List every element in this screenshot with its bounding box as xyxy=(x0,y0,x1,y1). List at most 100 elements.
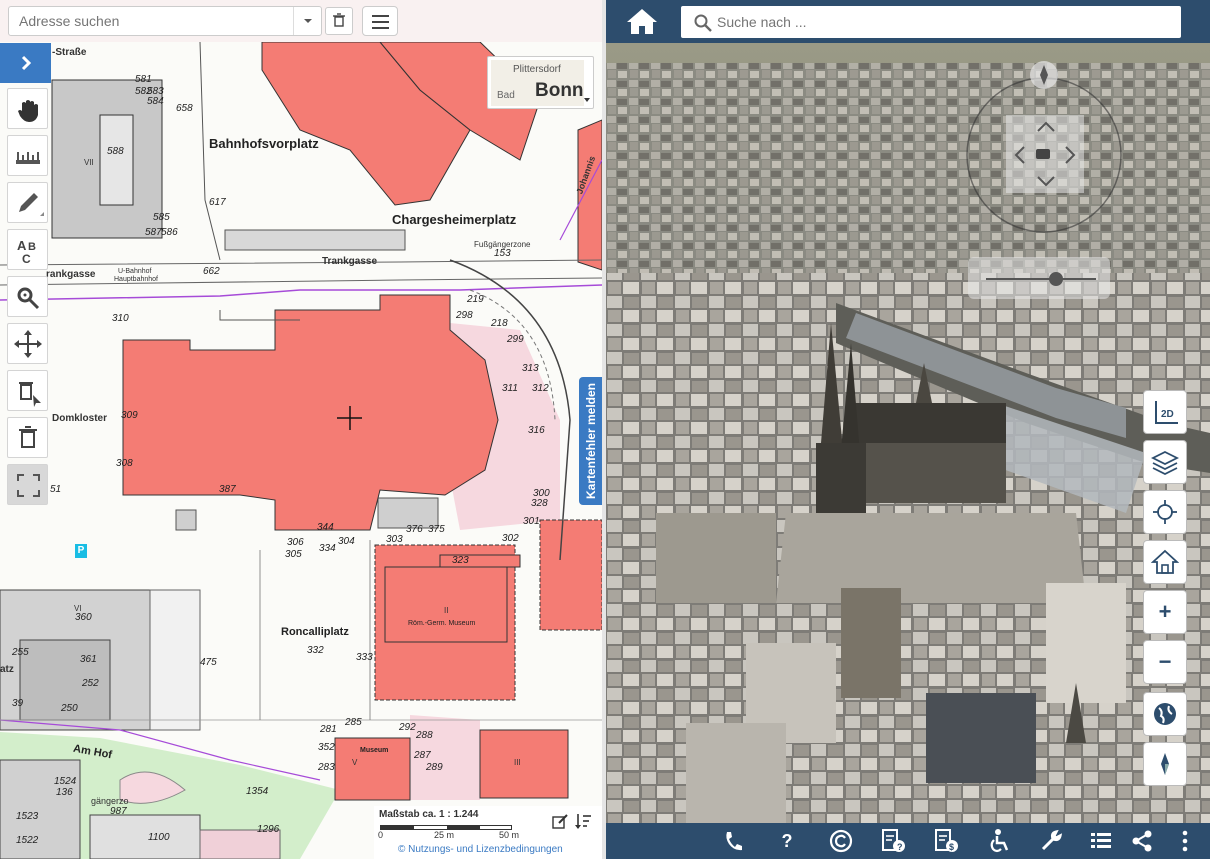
settings-tool-button[interactable] xyxy=(7,276,48,317)
list-icon xyxy=(1091,833,1111,848)
wrench-icon xyxy=(1041,829,1063,851)
more-button[interactable] xyxy=(1170,827,1200,855)
scale-label: Maßstab ca. 1 : 1.244 xyxy=(379,809,479,820)
cadastral-map[interactable] xyxy=(0,0,602,859)
street-label-bahnhofsvorplatz: Bahnhofsvorplatz xyxy=(209,136,319,151)
draw-tool-button[interactable] xyxy=(7,182,48,223)
viewer-top-bar xyxy=(606,0,1210,43)
viewer-bottom-bar: ? ? $ xyxy=(606,823,1210,859)
measure-tool-button[interactable] xyxy=(7,135,48,176)
parcel-number: 662 xyxy=(203,266,220,277)
parcel-number: 1296 xyxy=(257,824,280,835)
move-tool-button[interactable] xyxy=(7,323,48,364)
share-button[interactable] xyxy=(1127,827,1157,855)
text-tool-button[interactable]: A B C xyxy=(7,229,48,270)
help-icon: ? xyxy=(781,830,793,851)
parcel-number: 250 xyxy=(61,703,78,714)
museum-label: Röm.-Germ. Museum xyxy=(408,620,476,627)
hauptbahnhof-label: Hauptbahnhof xyxy=(114,276,158,283)
info-doc-icon: ? xyxy=(882,829,905,852)
more-icon xyxy=(1182,830,1188,852)
parcel-number: 299 xyxy=(507,334,524,345)
svg-text:?: ? xyxy=(897,842,903,852)
zoom-in-button[interactable]: + xyxy=(1143,590,1187,634)
street-label-domkloster: Domkloster xyxy=(52,413,108,424)
parcel-number: 375 xyxy=(428,524,445,535)
parcel-number: 376 xyxy=(406,524,423,535)
address-search-input[interactable] xyxy=(9,7,293,35)
delete-select-icon xyxy=(19,382,41,407)
place-search-box xyxy=(681,6,1181,38)
roman-label: V xyxy=(352,758,358,767)
parcel-number: 305 xyxy=(285,549,302,560)
parcel-number: 301 xyxy=(523,516,540,527)
parcel-number: 252 xyxy=(82,678,99,689)
home-button[interactable] xyxy=(622,6,662,38)
globe-button[interactable] xyxy=(1143,692,1187,736)
parcel-number: 285 xyxy=(345,717,362,728)
copyright-button[interactable] xyxy=(826,827,856,855)
parcel-number: 292 xyxy=(399,722,416,733)
parcel-number: 287 xyxy=(414,750,431,761)
layers-button[interactable] xyxy=(1143,440,1187,484)
help-button[interactable]: ? xyxy=(772,827,802,855)
place-search-input[interactable] xyxy=(717,6,1167,38)
fullscreen-button[interactable] xyxy=(7,464,48,505)
delete-all-button[interactable] xyxy=(7,417,48,458)
search-dropdown-button[interactable] xyxy=(293,7,321,35)
parcel-number: 298 xyxy=(456,310,473,321)
street-label-roncalliplatz: Roncalliplatz xyxy=(281,626,349,638)
clear-search-button[interactable] xyxy=(325,7,353,35)
fullscreen-icon xyxy=(17,474,40,497)
view-3d-panel[interactable]: 2D + − xyxy=(606,0,1210,859)
toggle-2d-button[interactable]: 2D xyxy=(1143,390,1187,434)
north-button[interactable] xyxy=(1143,742,1187,786)
svg-text:C: C xyxy=(22,252,31,266)
delete-select-tool-button[interactable] xyxy=(7,370,48,411)
home-view-button[interactable] xyxy=(1143,540,1187,584)
info-doc-button[interactable]: ? xyxy=(878,827,908,855)
parcel-number: 617 xyxy=(209,197,226,208)
contact-button[interactable] xyxy=(718,827,748,855)
parcel-number: 303 xyxy=(386,534,403,545)
sort-icon[interactable] xyxy=(574,812,592,830)
street-label-atz: atz xyxy=(0,664,14,675)
basemap-short-label: Bad xyxy=(497,90,515,101)
scale-tick-50: 50 m xyxy=(499,830,520,840)
parcel-number: 304 xyxy=(338,536,355,547)
parcel-number: 658 xyxy=(176,103,193,114)
edit-icon[interactable] xyxy=(552,814,568,830)
parcel-number: 1354 xyxy=(246,786,269,797)
address-search-box xyxy=(8,6,322,36)
parcel-number: 218 xyxy=(491,318,508,329)
locate-button[interactable] xyxy=(1143,490,1187,534)
aerial-3d-scene[interactable] xyxy=(606,43,1210,823)
parcel-number: 361 xyxy=(80,654,97,665)
street-label-chargesheimerplatz: Chargesheimerplatz xyxy=(392,212,517,227)
share-icon xyxy=(1132,830,1152,852)
basemap-thumbnail: Plittersdorf Bad Bonn xyxy=(491,60,584,106)
basemap-town-label: Plittersdorf xyxy=(513,64,561,75)
list-button[interactable] xyxy=(1086,827,1116,855)
basemap-switcher[interactable]: Plittersdorf Bad Bonn xyxy=(487,56,594,109)
chevron-right-icon xyxy=(21,55,32,71)
toolbar-toggle-button[interactable] xyxy=(0,43,51,83)
parcel-number: 586 xyxy=(161,227,178,238)
street-label-trankgasse: Trankgasse xyxy=(322,256,378,267)
parcel-number: 300 xyxy=(533,488,550,499)
cost-doc-button[interactable]: $ xyxy=(931,827,961,855)
accessibility-button[interactable] xyxy=(984,827,1014,855)
map-2d-panel[interactable]: -Straße Bahnhofsvorplatz Chargesheimerpl… xyxy=(0,0,602,859)
parcel-number: 310 xyxy=(112,313,129,324)
pan-tool-button[interactable] xyxy=(7,88,48,129)
street-label-trankgasse-west: rankgasse xyxy=(46,269,96,280)
tools-button[interactable] xyxy=(1036,827,1066,855)
report-map-error-tab[interactable]: Kartenfehler melden xyxy=(579,377,602,505)
parcel-number: 255 xyxy=(12,647,29,658)
zoom-out-button[interactable]: − xyxy=(1143,640,1187,684)
main-menu-button[interactable] xyxy=(362,6,398,36)
parcel-number: 584 xyxy=(147,96,164,107)
roman-label: III xyxy=(514,758,521,767)
compass-north-icon xyxy=(1161,753,1169,775)
license-link[interactable]: © Nutzungs- und Lizenzbedingungen xyxy=(398,844,563,855)
